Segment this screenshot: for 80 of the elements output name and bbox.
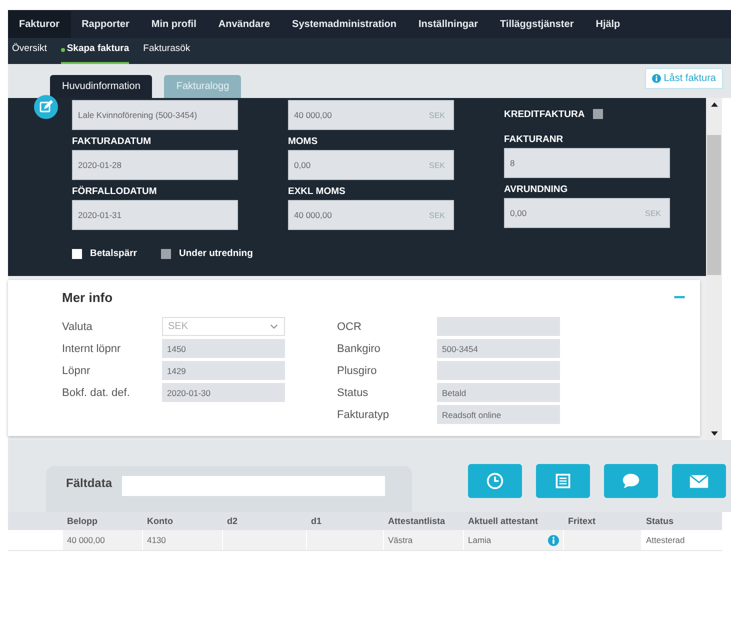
tab[interactable]: Huvudinformation — [50, 75, 152, 98]
section-title: Mer info — [62, 290, 113, 305]
subnav-link[interactable]: Fakturasök — [143, 43, 190, 64]
input-field[interactable]: 1450 — [162, 339, 285, 358]
list-button[interactable] — [536, 464, 590, 498]
locked-invoice-badge: Låst faktura — [644, 68, 723, 89]
speech-bubble-icon — [621, 472, 641, 490]
field-label: FAKTURADATUM — [72, 135, 152, 149]
column-header: Fritext — [567, 516, 597, 526]
clock-icon — [486, 472, 504, 490]
nav-menu-item[interactable]: Systemadministration — [281, 10, 408, 38]
attestant-name: Lamia — [468, 535, 492, 545]
field-label: Status — [337, 386, 370, 398]
input-field[interactable]: 2020-01-30 — [162, 383, 285, 402]
column-header: d2 — [226, 516, 239, 526]
field-label: Internt löpnr — [62, 342, 122, 354]
table-cell: 4130 — [143, 530, 223, 550]
comment-button[interactable] — [604, 464, 658, 498]
list-icon — [554, 472, 572, 490]
input-field[interactable]: 40 000,00 SEK — [288, 200, 454, 230]
column-header: Belopp — [66, 516, 98, 526]
checkbox-label: Betalspärr — [90, 248, 137, 259]
table-cell: 40 000,00 — [63, 530, 143, 550]
email-button[interactable] — [672, 464, 726, 498]
nav-menu-item[interactable]: Min profil — [140, 10, 208, 38]
column-header: Status — [645, 516, 675, 526]
table-cell: Västra — [384, 530, 464, 550]
input-field[interactable]: 500-3454 — [437, 339, 560, 358]
subnav-link[interactable]: Översikt — [12, 43, 47, 64]
input-field[interactable]: 0,00 SEK — [504, 198, 670, 228]
input-field[interactable]: 2020-01-31 — [72, 200, 238, 230]
nav-menu-item[interactable]: Användare — [207, 10, 282, 38]
input-field[interactable]: 1429 — [162, 361, 285, 380]
input-field[interactable]: Lale Kvinnoförening (500-3454) — [72, 100, 238, 130]
input-field[interactable]: 8 — [504, 148, 670, 178]
input-field[interactable]: 0,00 SEK — [288, 150, 454, 180]
chevron-down-icon — [270, 324, 278, 329]
field-label: FÖRFALLODATUM — [72, 184, 158, 199]
nav-menu-item[interactable]: Rapporter — [70, 10, 140, 38]
field-label: Bokf. dat. def. — [62, 386, 131, 398]
collapse-icon[interactable] — [673, 296, 686, 299]
field-label: Fältdata — [66, 476, 112, 490]
info-icon — [652, 74, 661, 83]
field-label: KREDITFAKTURA — [504, 108, 585, 120]
input-field[interactable]: Betald — [437, 383, 560, 402]
field-label: EXKL MOMS — [288, 185, 346, 199]
input-field[interactable]: 40 000,00 SEK — [288, 100, 454, 130]
history-button[interactable] — [468, 464, 522, 498]
info-icon[interactable] — [548, 534, 559, 546]
field-label: OCR — [337, 320, 362, 332]
scrollbar-thumb[interactable] — [707, 135, 721, 275]
field-label: Plusgiro — [337, 364, 378, 376]
nav-menu-item[interactable]: Hjälp — [584, 10, 632, 38]
envelope-icon — [689, 474, 709, 488]
input-field[interactable]: Readsoft online — [437, 405, 560, 424]
checkbox[interactable] — [72, 248, 82, 258]
column-header: d1 — [310, 516, 323, 526]
field-label: Bankgiro — [337, 342, 382, 354]
field-label: Fakturatyp — [337, 408, 390, 420]
field-label: FAKTURANR — [504, 133, 564, 147]
input-field[interactable] — [437, 317, 560, 336]
nav-menu-item[interactable]: Inställningar — [408, 10, 489, 38]
scroll-down-icon[interactable] — [710, 431, 718, 436]
input-field[interactable] — [122, 476, 386, 496]
currency-dropdown[interactable]: SEK — [162, 317, 285, 336]
scroll-up-icon[interactable] — [710, 102, 718, 107]
input-field[interactable] — [437, 361, 560, 380]
field-label: MOMS — [288, 135, 319, 149]
column-header: Konto — [146, 516, 174, 526]
nav-menu-item[interactable]: Fakturor — [8, 10, 71, 38]
nav-menu-item[interactable]: Tilläggstjänster — [488, 10, 585, 38]
checkbox-label: Under utredning — [179, 248, 253, 259]
scrollbar[interactable] — [706, 98, 722, 440]
column-header: Attestantlista — [387, 516, 446, 526]
edit-icon[interactable] — [34, 95, 58, 119]
field-label: AVRUNDNING — [504, 183, 569, 197]
column-header: Aktuell attestant — [467, 516, 540, 526]
input-field[interactable]: 2020-01-28 — [72, 150, 238, 180]
field-label: Valuta — [62, 320, 94, 332]
field-label: Löpnr — [62, 364, 92, 376]
